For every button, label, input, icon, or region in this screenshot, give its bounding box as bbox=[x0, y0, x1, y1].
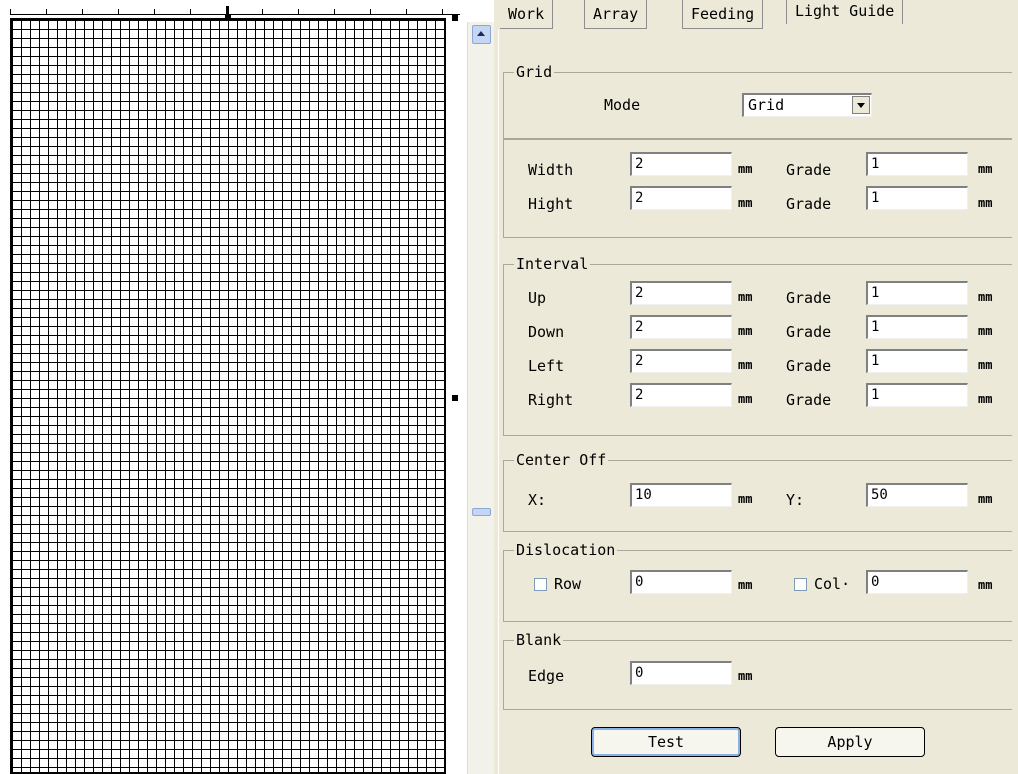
hight-label: Hight bbox=[528, 195, 574, 213]
top-ruler bbox=[10, 0, 460, 15]
right-input[interactable]: 2 bbox=[630, 383, 732, 407]
right-grade-unit: mm bbox=[978, 392, 993, 406]
right-label: Right bbox=[528, 391, 574, 409]
blank-group-title: Blank bbox=[514, 631, 564, 649]
interval-group: Interval Up 2 mm Grade 1 mm Down 2 mm Gr… bbox=[503, 255, 1012, 436]
up-unit: mm bbox=[738, 290, 753, 304]
blank-group: Blank Edge 0 mm bbox=[503, 631, 1012, 710]
scroll-up-icon[interactable] bbox=[472, 25, 491, 44]
hight-grade-label: Grade bbox=[786, 195, 832, 213]
resize-handle-top[interactable] bbox=[225, 15, 231, 21]
dislocation-group: Dislocation Row 0 mm Col· 0 mm bbox=[503, 541, 1012, 622]
up-input[interactable]: 2 bbox=[630, 281, 732, 305]
up-grade-label: Grade bbox=[786, 289, 832, 307]
vertical-scrollbar[interactable] bbox=[467, 22, 494, 774]
down-grade-unit: mm bbox=[978, 324, 993, 338]
x-unit: mm bbox=[738, 492, 753, 506]
scroll-thumb[interactable] bbox=[472, 508, 491, 516]
up-label: Up bbox=[528, 289, 547, 307]
row-input[interactable]: 0 bbox=[630, 570, 732, 594]
hight-grade-input[interactable]: 1 bbox=[866, 186, 968, 210]
row-unit: mm bbox=[738, 578, 753, 592]
left-unit: mm bbox=[738, 358, 753, 372]
canvas-area[interactable] bbox=[0, 0, 465, 774]
grid-group-title: Grid bbox=[514, 63, 555, 81]
resize-handle-right[interactable] bbox=[452, 395, 458, 401]
mode-label: Mode bbox=[604, 96, 641, 114]
apply-button[interactable]: Apply bbox=[775, 727, 925, 757]
tab-array[interactable]: Array bbox=[584, 0, 648, 29]
center-off-group: Center Off X: 10 mm Y: 50 mm bbox=[503, 451, 1012, 532]
col-unit: mm bbox=[978, 578, 993, 592]
dislocation-group-title: Dislocation bbox=[514, 541, 618, 559]
size-group: Width 2 mm Grade 1 mm Hight 2 mm Grade 1… bbox=[503, 138, 1012, 238]
y-label: Y: bbox=[786, 491, 805, 509]
row-label: Row bbox=[554, 575, 582, 593]
left-label: Left bbox=[528, 357, 565, 375]
down-grade-input[interactable]: 1 bbox=[866, 315, 968, 339]
left-input[interactable]: 2 bbox=[630, 349, 732, 373]
col-input[interactable]: 0 bbox=[866, 570, 968, 594]
width-grade-input[interactable]: 1 bbox=[866, 152, 968, 176]
left-grade-input[interactable]: 1 bbox=[866, 349, 968, 373]
right-grade-label: Grade bbox=[786, 391, 832, 409]
tab-content: Grid Mode Grid Width 2 mm Grade 1 mm Hig… bbox=[498, 30, 1015, 774]
interval-group-title: Interval bbox=[514, 255, 591, 273]
mode-select[interactable]: Grid bbox=[742, 93, 872, 117]
resize-handle-corner[interactable] bbox=[452, 15, 458, 21]
width-grade-unit: mm bbox=[978, 162, 993, 176]
edge-label: Edge bbox=[528, 667, 565, 685]
down-grade-label: Grade bbox=[786, 323, 832, 341]
width-grade-label: Grade bbox=[786, 161, 832, 179]
width-label: Width bbox=[528, 161, 574, 179]
chevron-down-icon[interactable] bbox=[852, 96, 870, 114]
down-label: Down bbox=[528, 323, 565, 341]
settings-panel: Work Array Feeding Light Guide Grid Mode… bbox=[494, 0, 1018, 774]
tab-bar: Work Array Feeding Light Guide bbox=[494, 0, 1018, 30]
x-label: X: bbox=[528, 491, 547, 509]
row-checkbox[interactable] bbox=[534, 578, 547, 591]
tab-work[interactable]: Work bbox=[500, 0, 554, 29]
center-off-group-title: Center Off bbox=[514, 451, 609, 469]
edge-input[interactable]: 0 bbox=[630, 661, 732, 685]
y-input[interactable]: 50 bbox=[866, 483, 968, 507]
hight-unit: mm bbox=[738, 196, 753, 210]
test-button[interactable]: Test bbox=[591, 727, 741, 757]
right-grade-input[interactable]: 1 bbox=[866, 383, 968, 407]
col-label: Col· bbox=[814, 575, 851, 593]
tab-light-guide[interactable]: Light Guide bbox=[786, 0, 904, 24]
right-unit: mm bbox=[738, 392, 753, 406]
hight-grade-unit: mm bbox=[978, 196, 993, 210]
y-unit: mm bbox=[978, 492, 993, 506]
mode-select-value: Grid bbox=[748, 96, 785, 114]
width-input[interactable]: 2 bbox=[630, 152, 732, 176]
left-grade-unit: mm bbox=[978, 358, 993, 372]
left-grade-label: Grade bbox=[786, 357, 832, 375]
up-grade-unit: mm bbox=[978, 290, 993, 304]
x-input[interactable]: 10 bbox=[630, 483, 732, 507]
up-grade-input[interactable]: 1 bbox=[866, 281, 968, 305]
down-input[interactable]: 2 bbox=[630, 315, 732, 339]
hight-input[interactable]: 2 bbox=[630, 186, 732, 210]
light-guide-grid[interactable] bbox=[10, 18, 446, 774]
down-unit: mm bbox=[738, 324, 753, 338]
tab-feeding[interactable]: Feeding bbox=[682, 0, 764, 29]
width-unit: mm bbox=[738, 162, 753, 176]
grid-group: Grid Mode Grid bbox=[503, 63, 1012, 140]
col-checkbox[interactable] bbox=[794, 578, 807, 591]
edge-unit: mm bbox=[738, 669, 753, 683]
